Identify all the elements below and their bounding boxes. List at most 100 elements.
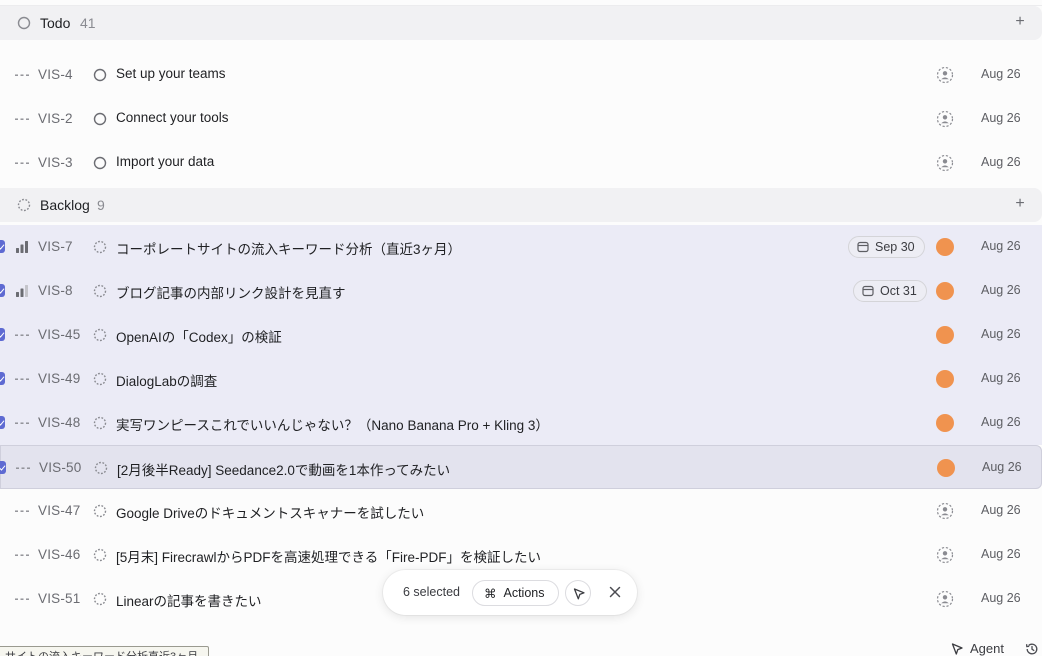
unassigned-avatar-icon[interactable] (936, 66, 954, 84)
due-date-chip[interactable]: Sep 30 (848, 236, 925, 258)
row-checkbox[interactable] (0, 461, 6, 474)
issue-row-selected[interactable]: VIS-45 OpenAIの「Codex」の検証 Aug 26 (0, 313, 1042, 357)
issue-title[interactable]: Import your data (116, 154, 214, 169)
no-priority-icon (15, 118, 29, 120)
agent-label: Agent (970, 641, 1004, 656)
issue-row-selected[interactable]: VIS-50 [2月後半Ready] Seedance2.0で動画を1本作ってみ… (0, 445, 1042, 489)
issue-title[interactable]: コーポレートサイトの流入キーワード分析（直近3ヶ月） (116, 238, 461, 258)
backlog-status-icon[interactable] (93, 284, 107, 298)
unassigned-avatar-icon[interactable] (936, 110, 954, 128)
issue-title[interactable]: Set up your teams (116, 66, 226, 81)
group-count: 9 (97, 197, 105, 213)
issue-id: VIS-47 (38, 503, 81, 518)
created-date: Aug 26 (981, 327, 1021, 341)
issue-id: VIS-45 (38, 327, 81, 342)
issue-id: VIS-46 (38, 547, 81, 562)
issue-title[interactable]: [2月後半Ready] Seedance2.0で動画を1本作ってみたい (117, 459, 450, 479)
assignee-avatar[interactable] (936, 282, 954, 300)
no-priority-icon (15, 422, 29, 424)
issue-title[interactable]: ブログ記事の内部リンク設計を見直す (116, 282, 346, 302)
no-priority-icon (15, 554, 29, 556)
todo-status-icon[interactable] (93, 156, 107, 170)
issue-title[interactable]: Google Driveのドキュメントスキャナーを試したい (116, 502, 424, 522)
command-icon: ⌘ (484, 586, 497, 601)
group-header-backlog[interactable]: Backlog 9 + (0, 188, 1042, 222)
backlog-status-icon[interactable] (93, 240, 107, 254)
issue-title[interactable]: DialogLabの調査 (116, 370, 217, 390)
selection-action-bar: 6 selected ⌘ Actions (383, 570, 637, 615)
unassigned-avatar-icon[interactable] (936, 590, 954, 608)
created-date: Aug 26 (982, 460, 1022, 474)
created-date: Aug 26 (981, 239, 1021, 253)
unassigned-avatar-icon[interactable] (936, 154, 954, 172)
close-icon[interactable] (607, 584, 623, 600)
created-date: Aug 26 (981, 371, 1021, 385)
group-header-todo[interactable]: Todo 41 + (0, 6, 1042, 40)
issue-title[interactable]: Connect your tools (116, 110, 229, 125)
no-priority-icon (15, 162, 29, 164)
issue-row-selected[interactable]: VIS-8 ブログ記事の内部リンク設計を見直す Oct 31 Aug 26 (0, 269, 1042, 313)
cursor-icon (573, 588, 585, 600)
assignee-avatar[interactable] (937, 459, 955, 477)
issue-id: VIS-8 (38, 283, 73, 298)
agent-cursor-button[interactable] (565, 580, 591, 606)
issue-title[interactable]: 実写ワンピースこれでいいんじゃない？（Nano Banana Pro + Kli… (116, 414, 549, 434)
issue-id: VIS-3 (38, 155, 73, 170)
priority-medium-icon (16, 285, 28, 297)
issue-row[interactable]: VIS-2 Connect your tools Aug 26 (0, 97, 1042, 141)
issue-row-selected[interactable]: VIS-49 DialogLabの調査 Aug 26 (0, 357, 1042, 401)
issue-row[interactable]: VIS-3 Import your data Aug 26 (0, 141, 1042, 185)
created-date: Aug 26 (981, 283, 1021, 297)
issue-row[interactable]: VIS-47 Google Driveのドキュメントスキャナーを試したい Aug… (0, 489, 1042, 533)
due-date-chip[interactable]: Oct 31 (853, 280, 927, 302)
assignee-avatar[interactable] (936, 238, 954, 256)
assignee-avatar[interactable] (936, 326, 954, 344)
issue-row-selected[interactable]: VIS-48 実写ワンピースこれでいいんじゃない？（Nano Banana Pr… (0, 401, 1042, 445)
unassigned-avatar-icon[interactable] (936, 502, 954, 520)
issue-row[interactable]: VIS-4 Set up your teams Aug 26 (0, 53, 1042, 97)
group-count: 41 (80, 15, 96, 31)
issue-title[interactable]: [5月末] FirecrawlからPDFを高速処理できる「Fire-PDF」を検… (116, 546, 541, 566)
assignee-avatar[interactable] (936, 370, 954, 388)
backlog-status-icon[interactable] (94, 461, 108, 475)
agent-button[interactable]: Agent (950, 641, 1004, 656)
row-checkbox[interactable] (0, 284, 5, 297)
selected-count: 6 selected (403, 585, 460, 599)
backlog-status-icon[interactable] (93, 504, 107, 518)
issue-title[interactable]: OpenAIの「Codex」の検証 (116, 326, 282, 346)
backlog-status-icon[interactable] (93, 328, 107, 342)
issue-id: VIS-49 (38, 371, 81, 386)
issue-title[interactable]: Linearの記事を書きたい (116, 590, 262, 610)
no-priority-icon (16, 467, 30, 469)
assignee-avatar[interactable] (936, 414, 954, 432)
title-tooltip: サイトの流入キーワード分析直近3ヶ月 (0, 646, 209, 656)
row-checkbox[interactable] (0, 240, 5, 253)
actions-button[interactable]: ⌘ Actions (472, 580, 559, 606)
due-date-label: Sep 30 (875, 240, 915, 254)
created-date: Aug 26 (981, 503, 1021, 517)
issue-row-selected[interactable]: VIS-7 コーポレートサイトの流入キーワード分析（直近3ヶ月） Sep 30 … (0, 225, 1042, 269)
backlog-status-icon[interactable] (93, 548, 107, 562)
history-icon[interactable] (1025, 642, 1039, 656)
add-issue-plus-icon[interactable]: + (1011, 195, 1029, 213)
row-checkbox[interactable] (0, 328, 5, 341)
add-issue-plus-icon[interactable]: + (1011, 13, 1029, 31)
todo-status-icon[interactable] (93, 68, 107, 82)
todo-status-icon (17, 16, 31, 30)
created-date: Aug 26 (981, 591, 1021, 605)
created-date: Aug 26 (981, 67, 1021, 81)
unassigned-avatar-icon[interactable] (936, 546, 954, 564)
backlog-status-icon[interactable] (93, 416, 107, 430)
no-priority-icon (15, 378, 29, 380)
todo-status-icon[interactable] (93, 112, 107, 126)
row-checkbox[interactable] (0, 372, 5, 385)
group-name: Backlog (40, 197, 90, 213)
no-priority-icon (15, 74, 29, 76)
row-checkbox[interactable] (0, 416, 5, 429)
backlog-status-icon[interactable] (93, 372, 107, 386)
no-priority-icon (15, 598, 29, 600)
calendar-icon (857, 241, 869, 253)
backlog-status-icon[interactable] (93, 592, 107, 606)
due-date-label: Oct 31 (880, 284, 917, 298)
created-date: Aug 26 (981, 415, 1021, 429)
